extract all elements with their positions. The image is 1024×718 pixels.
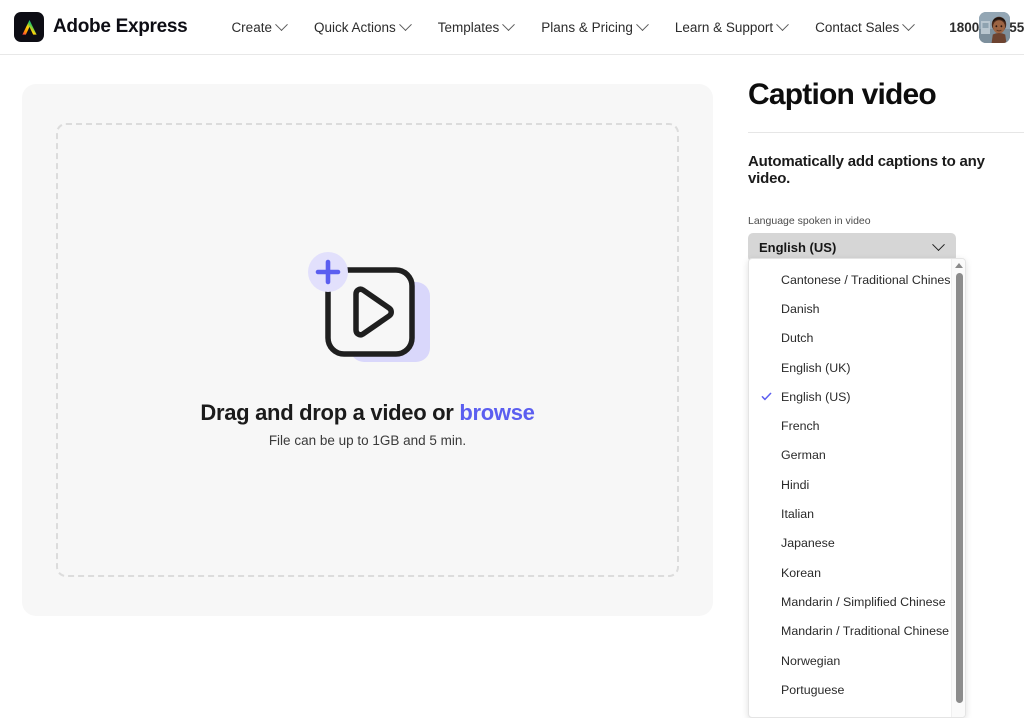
- dropzone-subtitle: File can be up to 1GB and 5 min.: [268, 433, 467, 448]
- dropdown-option-label: Danish: [781, 301, 820, 316]
- nav-item-contact-sales-label: Contact Sales: [815, 19, 900, 35]
- dropdown-option[interactable]: Mandarin / Traditional Chinese: [749, 617, 953, 646]
- dropdown-option[interactable]: English (UK): [749, 353, 953, 382]
- page-title: Caption video: [748, 78, 937, 111]
- main-menu: Create Quick Actions Templates Plans & P…: [217, 14, 1024, 41]
- dropdown-option-label: Cantonese / Traditional Chinese: [781, 272, 958, 287]
- dropdown-option-label: Mandarin / Traditional Chinese: [781, 624, 950, 639]
- chevron-down-icon: [776, 17, 790, 31]
- dropdown-option[interactable]: Cantonese / Traditional Chinese: [749, 265, 957, 294]
- scroll-up-arrow-icon[interactable]: [955, 263, 963, 268]
- dropdown-option[interactable]: Mandarin / Simplified Chinese: [749, 587, 953, 616]
- chevron-down-icon: [502, 17, 516, 31]
- dropdown-option[interactable]: Italian: [749, 499, 953, 528]
- brand-home-link[interactable]: Adobe Express: [14, 12, 188, 42]
- chevron-down-icon: [932, 237, 945, 251]
- dropdown-option[interactable]: English (US): [749, 382, 953, 411]
- dropdown-option-label: Norwegian: [781, 653, 841, 668]
- dropdown-option[interactable]: Norwegian: [749, 646, 953, 675]
- top-navigation-bar: Adobe Express Create Quick Actions Templ…: [0, 0, 1024, 55]
- dropdown-option-label: English (US): [781, 389, 851, 404]
- dropdown-option-label: Dutch: [781, 331, 814, 346]
- nav-item-quick-actions[interactable]: Quick Actions: [300, 14, 424, 41]
- dropdown-option[interactable]: French: [749, 411, 953, 440]
- nav-item-quick-actions-label: Quick Actions: [313, 19, 396, 35]
- brand-name-label: Adobe Express: [53, 16, 188, 37]
- chevron-down-icon: [398, 17, 412, 31]
- dropdown-option-label: Italian: [781, 507, 815, 522]
- dropdown-option-label: French: [781, 419, 820, 434]
- nav-item-learn-support[interactable]: Learn & Support: [661, 14, 801, 41]
- add-video-icon: [294, 252, 442, 374]
- nav-item-plans-pricing[interactable]: Plans & Pricing: [527, 14, 661, 41]
- dropdown-option-label: German: [781, 448, 826, 463]
- dropdown-option-label: Mandarin / Simplified Chinese: [781, 594, 946, 609]
- scrollbar-thumb[interactable]: [955, 273, 963, 703]
- dropdown-option-label: English (UK): [781, 360, 851, 375]
- dropdown-option-label: Hindi: [781, 477, 810, 492]
- dropdown-option-label: Japanese: [781, 536, 835, 551]
- language-dropdown-list[interactable]: Cantonese / Traditional Chinese Danish Dut…: [748, 258, 966, 718]
- nav-item-create[interactable]: Create: [217, 14, 300, 41]
- chevron-down-icon: [275, 17, 288, 31]
- dropdown-scrollbar[interactable]: [951, 259, 965, 717]
- upload-card: Drag and drop a video or browse File can…: [22, 84, 713, 616]
- nav-item-plans-pricing-label: Plans & Pricing: [541, 19, 633, 35]
- dropdown-option[interactable]: Japanese: [749, 529, 953, 558]
- panel-divider: [748, 131, 1024, 133]
- dropdown-option[interactable]: Hindi: [749, 470, 953, 499]
- caption-video-panel: Caption video Automatically add captions…: [748, 78, 1024, 262]
- nav-item-contact-sales[interactable]: Contact Sales: [801, 14, 927, 41]
- check-icon: [761, 391, 772, 402]
- nav-item-templates-label: Templates: [437, 19, 500, 35]
- nav-item-templates[interactable]: Templates: [424, 14, 528, 41]
- video-dropzone[interactable]: Drag and drop a video or browse File can…: [56, 123, 679, 577]
- dropdown-option[interactable]: German: [749, 441, 953, 470]
- dropdown-option[interactable]: Danish: [749, 294, 953, 323]
- dropdown-option[interactable]: Korean: [749, 558, 953, 587]
- nav-item-learn-support-label: Learn & Support: [674, 19, 774, 35]
- adobe-express-logo-icon: [14, 12, 44, 42]
- language-options: Cantonese / Traditional Chinese Danish Dut…: [749, 259, 957, 704]
- language-field-label: Language spoken in video: [748, 214, 871, 227]
- chevron-down-icon: [635, 17, 649, 31]
- nav-item-create-label: Create: [231, 19, 272, 35]
- language-select-value: English (US): [759, 239, 837, 255]
- dropdown-option-label: Korean: [781, 565, 821, 580]
- dropdown-option[interactable]: Portuguese: [749, 675, 953, 704]
- dropdown-option-label: Portuguese: [781, 682, 845, 697]
- dropzone-title: Drag and drop a video or browse: [200, 400, 535, 426]
- panel-description: Automatically add captions to any video.: [748, 152, 985, 187]
- dropzone-title-text: Drag and drop a video or: [200, 400, 460, 425]
- browse-link[interactable]: browse: [459, 400, 535, 425]
- chevron-down-icon: [902, 17, 916, 31]
- dropdown-option[interactable]: Dutch: [749, 324, 953, 353]
- avatar[interactable]: [979, 12, 1010, 43]
